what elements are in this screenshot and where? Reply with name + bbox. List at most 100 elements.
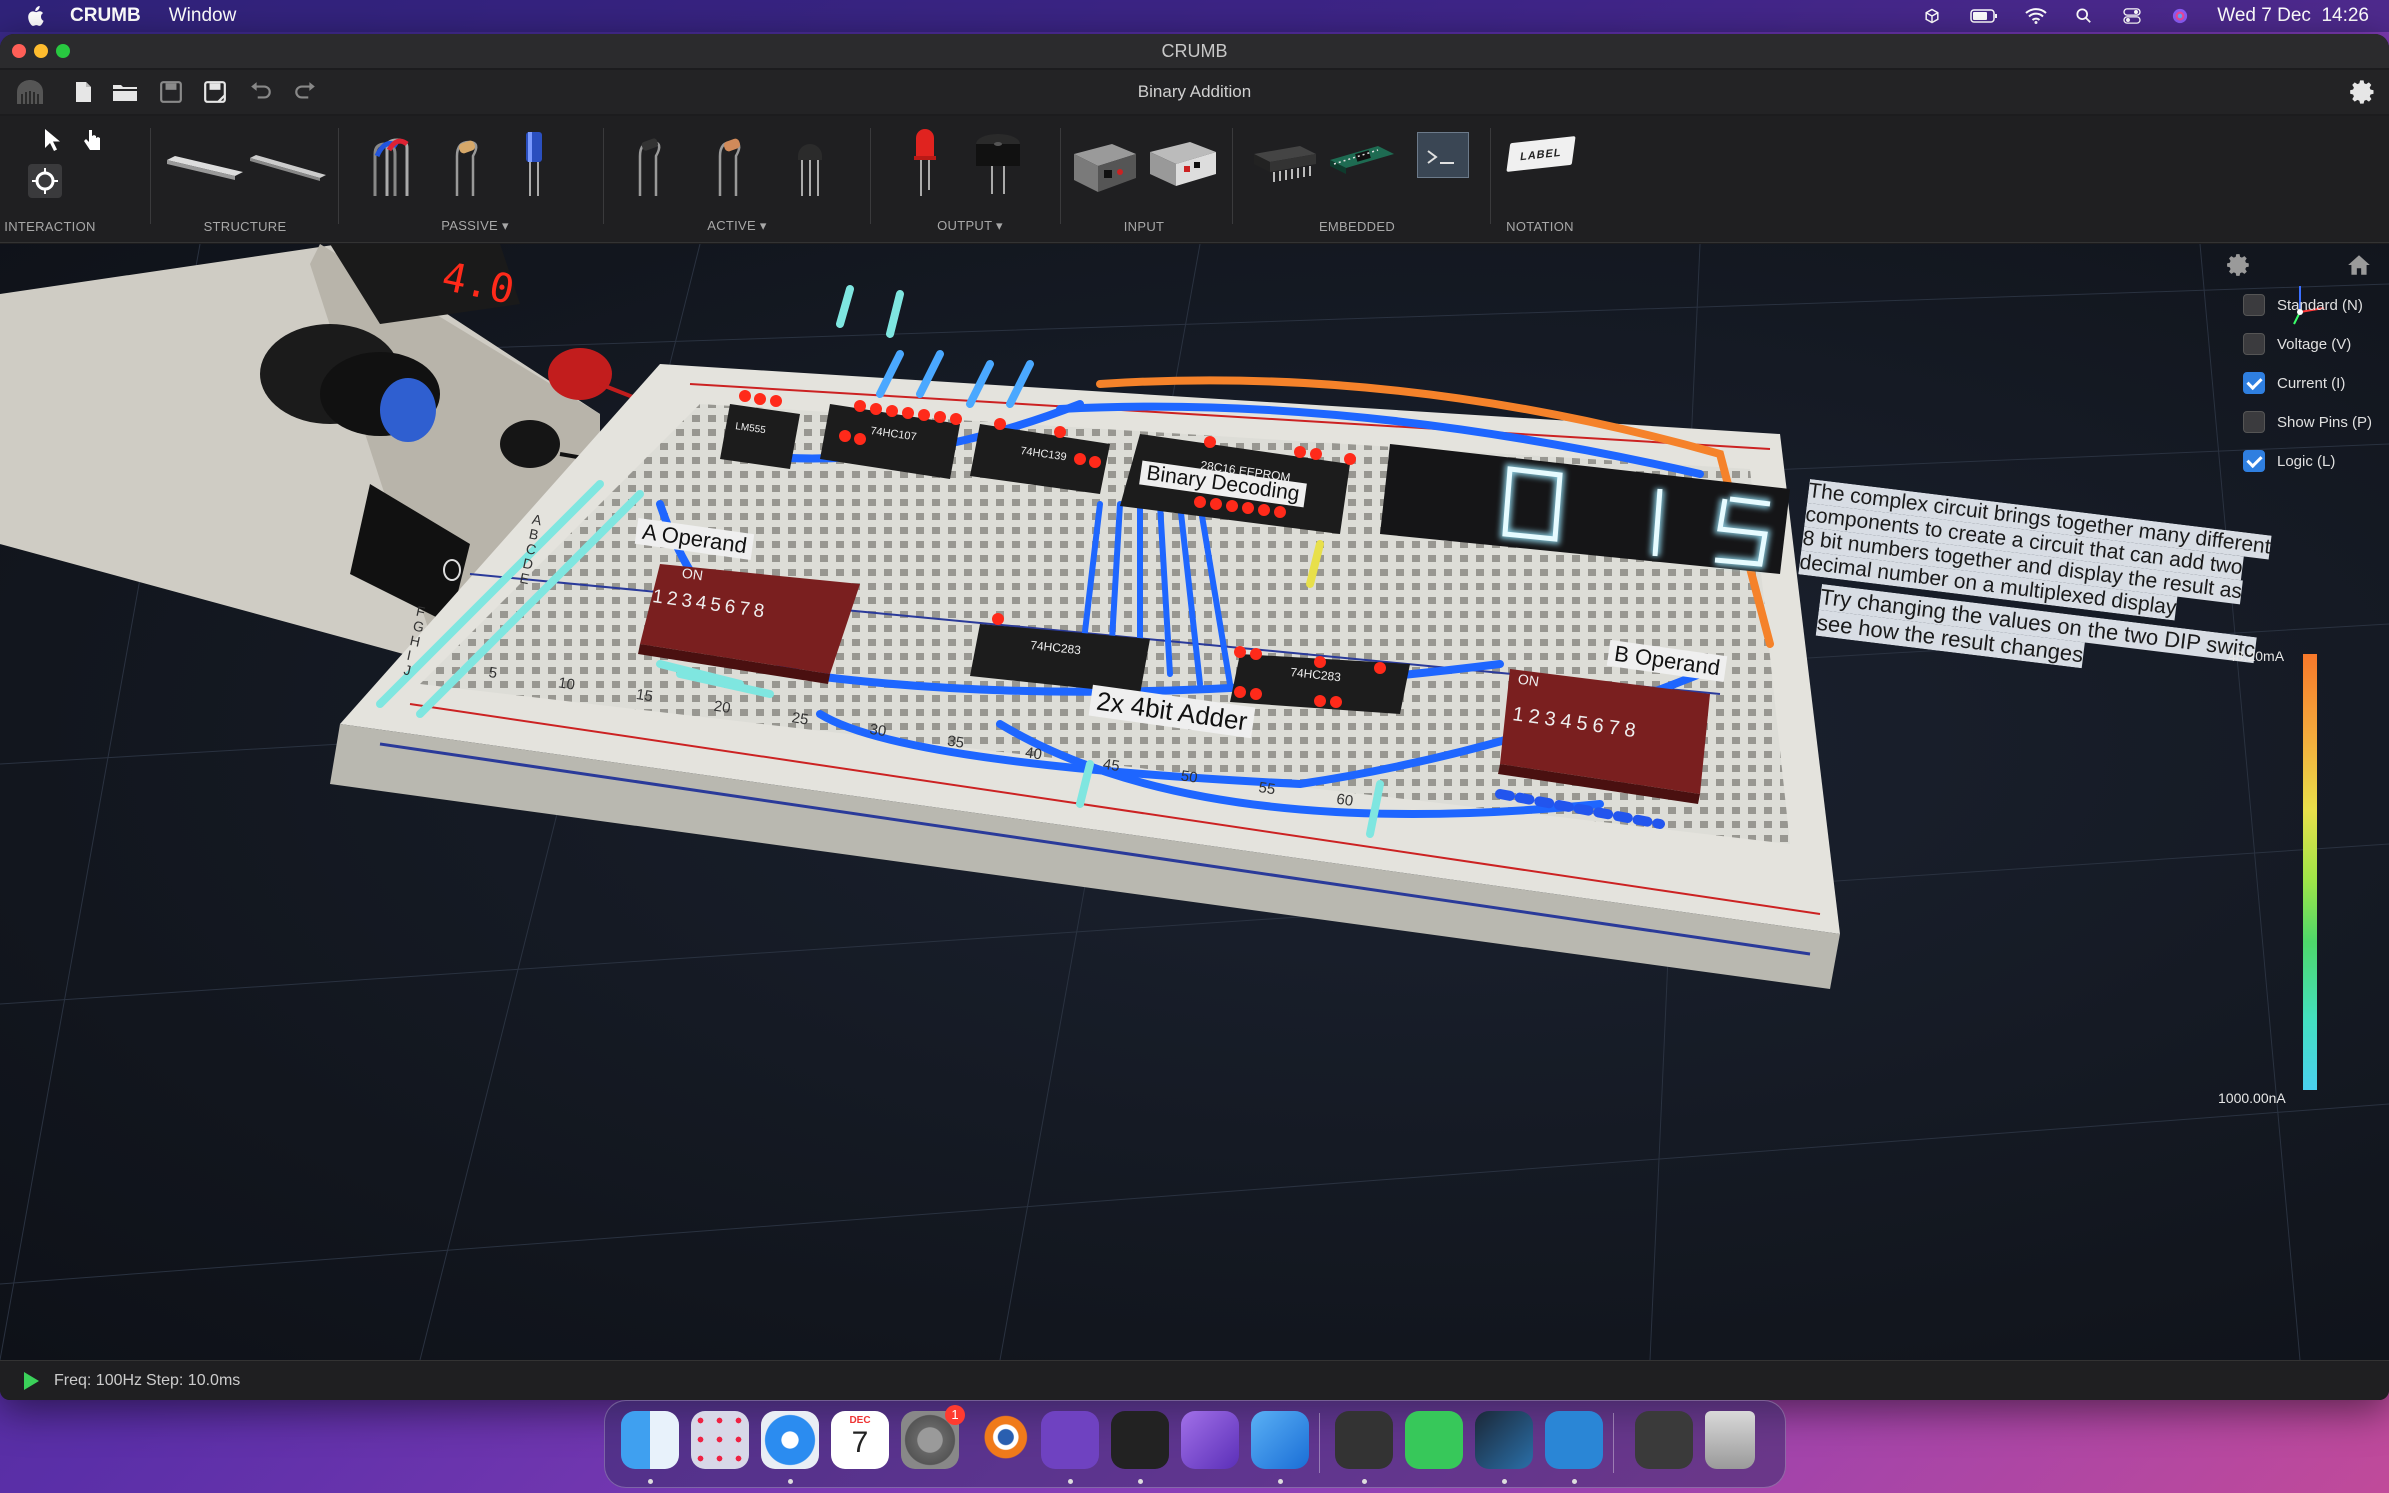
group-label-output[interactable]: OUTPUT ▾ bbox=[880, 218, 1060, 234]
orbit-crosshair-icon bbox=[32, 168, 58, 194]
home-view-icon[interactable] bbox=[2346, 252, 2372, 278]
window-title: CRUMB bbox=[1161, 41, 1228, 61]
terminal-module-button[interactable] bbox=[1417, 132, 1469, 178]
colorbar-max-label: 48.20mA bbox=[2228, 648, 2285, 664]
blender-icon[interactable] bbox=[971, 1411, 1029, 1469]
jumper-wires-icon[interactable] bbox=[365, 134, 415, 198]
power-rail-icon[interactable] bbox=[248, 150, 328, 184]
facetime-icon[interactable] bbox=[1405, 1411, 1463, 1469]
display-value: 015 bbox=[1500, 444, 1502, 445]
group-label-embedded: EMBEDDED bbox=[1318, 219, 1396, 234]
close-window-button[interactable] bbox=[12, 44, 26, 58]
zoom-window-button[interactable] bbox=[56, 44, 70, 58]
dip-a-on-label: ON bbox=[680, 564, 705, 584]
group-label-interaction: INTERACTION bbox=[4, 219, 96, 234]
toolbar-group-passive: PASSIVE ▾ bbox=[350, 116, 600, 242]
toolbar-group-structure: STRUCTURE bbox=[160, 116, 330, 242]
screen-capture-icon[interactable] bbox=[1635, 1411, 1693, 1469]
toggle-current[interactable]: Current (I) bbox=[2243, 372, 2345, 394]
spotlight-search-icon[interactable] bbox=[2073, 8, 2095, 24]
calendar-month: DEC bbox=[849, 1415, 871, 1426]
github-desktop-icon[interactable] bbox=[1041, 1411, 1099, 1469]
resistor-icon[interactable] bbox=[445, 134, 485, 198]
toolbar-group-active: ACTIVE ▾ bbox=[612, 116, 862, 242]
function-generator-icon[interactable] bbox=[1070, 136, 1140, 196]
hand-cursor-icon[interactable] bbox=[82, 128, 104, 152]
group-label-active[interactable]: ACTIVE ▾ bbox=[612, 218, 862, 234]
checkbox-logic[interactable] bbox=[2243, 450, 2265, 472]
colorbar-min-label: 1000.00nA bbox=[2218, 1090, 2286, 1106]
finder-icon[interactable] bbox=[621, 1411, 679, 1469]
label-tool-button[interactable]: LABEL bbox=[1506, 136, 1576, 172]
step-readout: Step: 10.0ms bbox=[146, 1372, 241, 1389]
toggle-standard[interactable]: Standard (N) bbox=[2243, 294, 2363, 316]
transistor-lead-icon[interactable] bbox=[712, 134, 752, 198]
menubar-datetime[interactable]: Wed 7 Dec 14:26 bbox=[2217, 5, 2369, 27]
crumb-icon[interactable] bbox=[1545, 1411, 1603, 1469]
passive-dropdown-icon: ▾ bbox=[501, 218, 509, 233]
toggle-voltage[interactable]: Voltage (V) bbox=[2243, 333, 2351, 355]
minimize-window-button[interactable] bbox=[34, 44, 48, 58]
calendar-icon[interactable]: DEC 7 bbox=[831, 1411, 889, 1469]
active-dropdown-icon: ▾ bbox=[759, 218, 767, 233]
output-dropdown-icon: ▾ bbox=[996, 218, 1003, 233]
breadboard-icon[interactable] bbox=[165, 146, 245, 186]
launchpad-icon[interactable] bbox=[691, 1411, 749, 1469]
toggle-logic[interactable]: Logic (L) bbox=[2243, 450, 2335, 472]
group-label-passive[interactable]: PASSIVE ▾ bbox=[350, 218, 600, 234]
settings-gear-icon[interactable] bbox=[2349, 78, 2377, 106]
toggle-show-pins[interactable]: Show Pins (P) bbox=[2243, 411, 2372, 433]
dip-b-on-label: ON bbox=[1516, 670, 1541, 690]
orbit-tool-button[interactable] bbox=[28, 164, 62, 198]
play-simulation-icon[interactable] bbox=[22, 1371, 40, 1391]
microcontroller-board-icon[interactable] bbox=[1326, 138, 1396, 188]
ic-chip-icon[interactable] bbox=[1250, 140, 1320, 190]
transistor-icon[interactable] bbox=[792, 134, 828, 198]
system-preferences-icon[interactable]: 1 bbox=[901, 1405, 965, 1469]
capacitor-icon[interactable] bbox=[520, 130, 550, 198]
pointer-arrow-icon[interactable] bbox=[42, 128, 62, 152]
unity-hub-icon[interactable] bbox=[1111, 1411, 1169, 1469]
circuit-3d-viewport[interactable]: 4.0 LM555 74HC107 74HC139 28C16 EEPROM 7… bbox=[0, 244, 2389, 1360]
visual-studio-icon[interactable] bbox=[1181, 1411, 1239, 1469]
toolbar-group-output: OUTPUT ▾ bbox=[880, 116, 1060, 242]
power-supply-icon[interactable] bbox=[1146, 136, 1218, 192]
apple-icon[interactable] bbox=[26, 6, 44, 26]
group-label-structure: STRUCTURE bbox=[203, 219, 287, 234]
unity-icon[interactable] bbox=[1921, 8, 1943, 24]
toolbar-group-notation: LABEL NOTATION bbox=[1500, 116, 1580, 242]
menu-bar: CRUMB Window Wed 7 Dec 14:26 bbox=[0, 0, 2389, 32]
control-center-icon[interactable] bbox=[2121, 8, 2143, 24]
buzzer-icon[interactable] bbox=[972, 130, 1024, 196]
steam-icon[interactable] bbox=[1475, 1411, 1533, 1469]
simulation-status-bar: Freq: 100Hz Step: 10.0ms bbox=[0, 1360, 2389, 1400]
xcode-icon[interactable] bbox=[1251, 1411, 1309, 1469]
checkbox-standard[interactable] bbox=[2243, 294, 2265, 316]
safari-icon[interactable] bbox=[761, 1411, 819, 1469]
scene-grid: 4.0 LM555 74HC107 74HC139 28C16 EEPROM 7… bbox=[0, 244, 2389, 1360]
checkbox-show-pins[interactable] bbox=[2243, 411, 2265, 433]
diode-icon[interactable] bbox=[632, 134, 672, 198]
unity-icon[interactable] bbox=[1335, 1411, 1393, 1469]
menu-window[interactable]: Window bbox=[169, 5, 237, 27]
siri-icon[interactable] bbox=[2169, 8, 2191, 24]
checkbox-voltage[interactable] bbox=[2243, 333, 2265, 355]
group-label-input: INPUT bbox=[1123, 219, 1165, 234]
toolbar-group-interaction: INTERACTION bbox=[4, 116, 120, 242]
document-title: Binary Addition bbox=[1137, 82, 1252, 101]
label-tag-text: LABEL bbox=[1519, 146, 1563, 164]
led-icon[interactable] bbox=[910, 128, 940, 198]
terminal-prompt-icon bbox=[1427, 150, 1454, 164]
title-bar: CRUMB bbox=[0, 34, 2389, 68]
battery-icon[interactable] bbox=[1969, 8, 1999, 24]
component-toolbar: INTERACTION STRUCTURE PASSIVE ▾ ACTIVE ▾ bbox=[0, 116, 2389, 243]
toolbar-group-embedded: EMBEDDED bbox=[1242, 116, 1472, 242]
app-window: CRUMB Binary Addition INTERACTION STRUCT… bbox=[0, 34, 2389, 1400]
group-label-notation: NOTATION bbox=[1506, 219, 1574, 234]
trash-icon[interactable] bbox=[1705, 1411, 1755, 1469]
app-menu-crumb[interactable]: CRUMB bbox=[70, 5, 141, 27]
checkbox-current[interactable] bbox=[2243, 372, 2265, 394]
frequency-readout: Freq: 100Hz bbox=[54, 1372, 143, 1389]
wifi-icon[interactable] bbox=[2025, 8, 2047, 24]
view-settings-gear-icon[interactable] bbox=[2226, 252, 2252, 278]
